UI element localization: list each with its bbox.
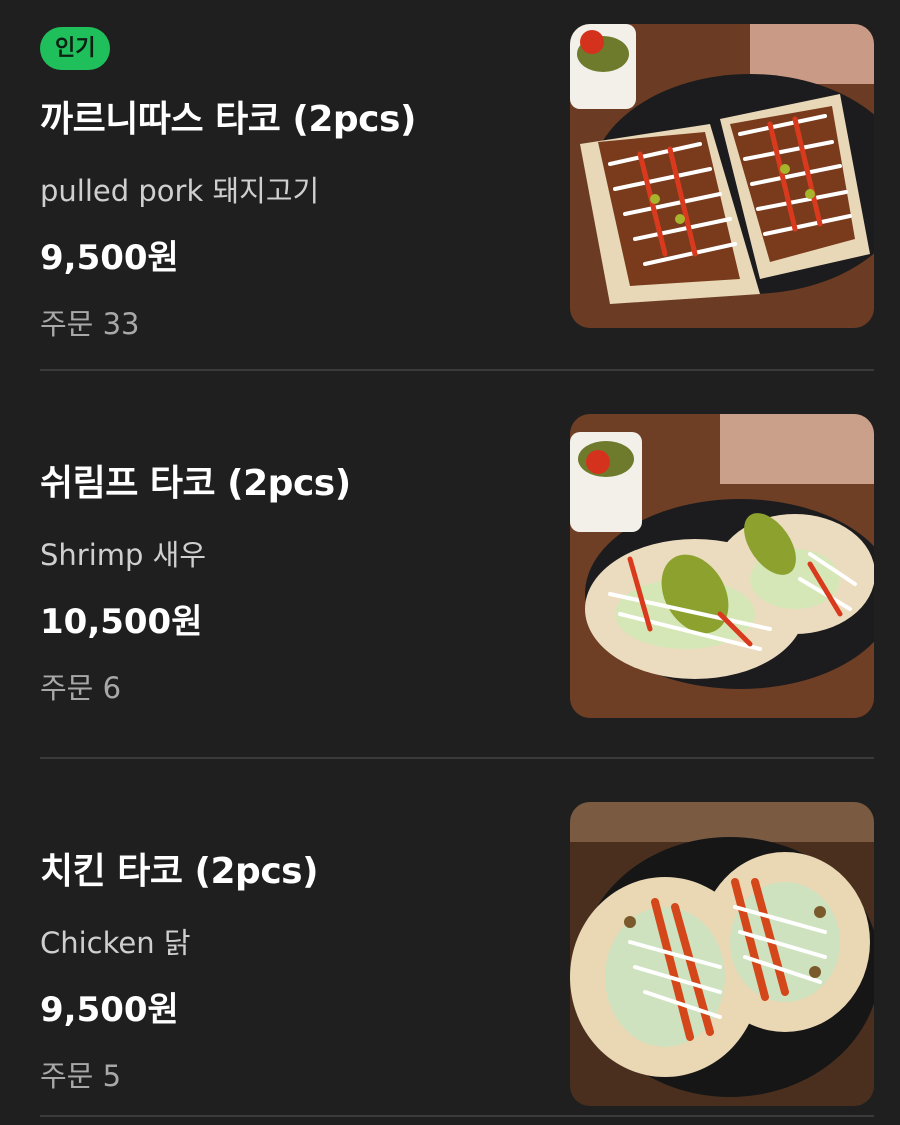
menu-item-order-count: 주문 33 (40, 307, 140, 341)
menu-item-info: 쉬림프 타코 (2pcs) Shrimp 새우 10,500원 주문 6 (40, 454, 540, 707)
carnitas-taco-image (570, 24, 874, 328)
menu-item-price: 9,500원 (40, 238, 179, 278)
menu-item-chicken[interactable]: 치킨 타코 (2pcs) Chicken 닭 9,500원 주문 5 (40, 800, 874, 1110)
menu-item-info: 까르니따스 타코 (2pcs) pulled pork 돼지고기 9,500원 … (40, 90, 540, 343)
menu-list: 인기 까르니따스 타코 (2pcs) pulled pork 돼지고기 9,50… (0, 0, 900, 1125)
menu-item-description: pulled pork 돼지고기 (40, 174, 320, 208)
menu-item-photo[interactable] (570, 414, 874, 718)
menu-item-name: 치킨 타코 (2pcs) (40, 851, 319, 892)
menu-item-description: Shrimp 새우 (40, 538, 207, 572)
menu-item-name: 까르니따스 타코 (2pcs) (40, 99, 416, 140)
menu-item-price: 10,500원 (40, 602, 203, 642)
divider (40, 1115, 874, 1117)
menu-item-photo[interactable] (570, 802, 874, 1106)
menu-item-carnitas[interactable]: 인기 까르니따스 타코 (2pcs) pulled pork 돼지고기 9,50… (40, 22, 874, 341)
popular-badge: 인기 (40, 27, 111, 70)
menu-item-description: Chicken 닭 (40, 926, 191, 960)
shrimp-taco-image (570, 414, 874, 718)
divider (40, 757, 874, 759)
divider (40, 369, 874, 371)
menu-item-name: 쉬림프 타코 (2pcs) (40, 463, 351, 504)
menu-item-info: 치킨 타코 (2pcs) Chicken 닭 9,500원 주문 5 (40, 842, 540, 1095)
menu-item-order-count: 주문 6 (40, 671, 122, 705)
menu-item-shrimp[interactable]: 쉬림프 타코 (2pcs) Shrimp 새우 10,500원 주문 6 (40, 412, 874, 722)
menu-item-photo[interactable] (570, 24, 874, 328)
chicken-taco-image (570, 802, 874, 1106)
menu-item-price: 9,500원 (40, 990, 179, 1030)
menu-item-order-count: 주문 5 (40, 1059, 122, 1093)
